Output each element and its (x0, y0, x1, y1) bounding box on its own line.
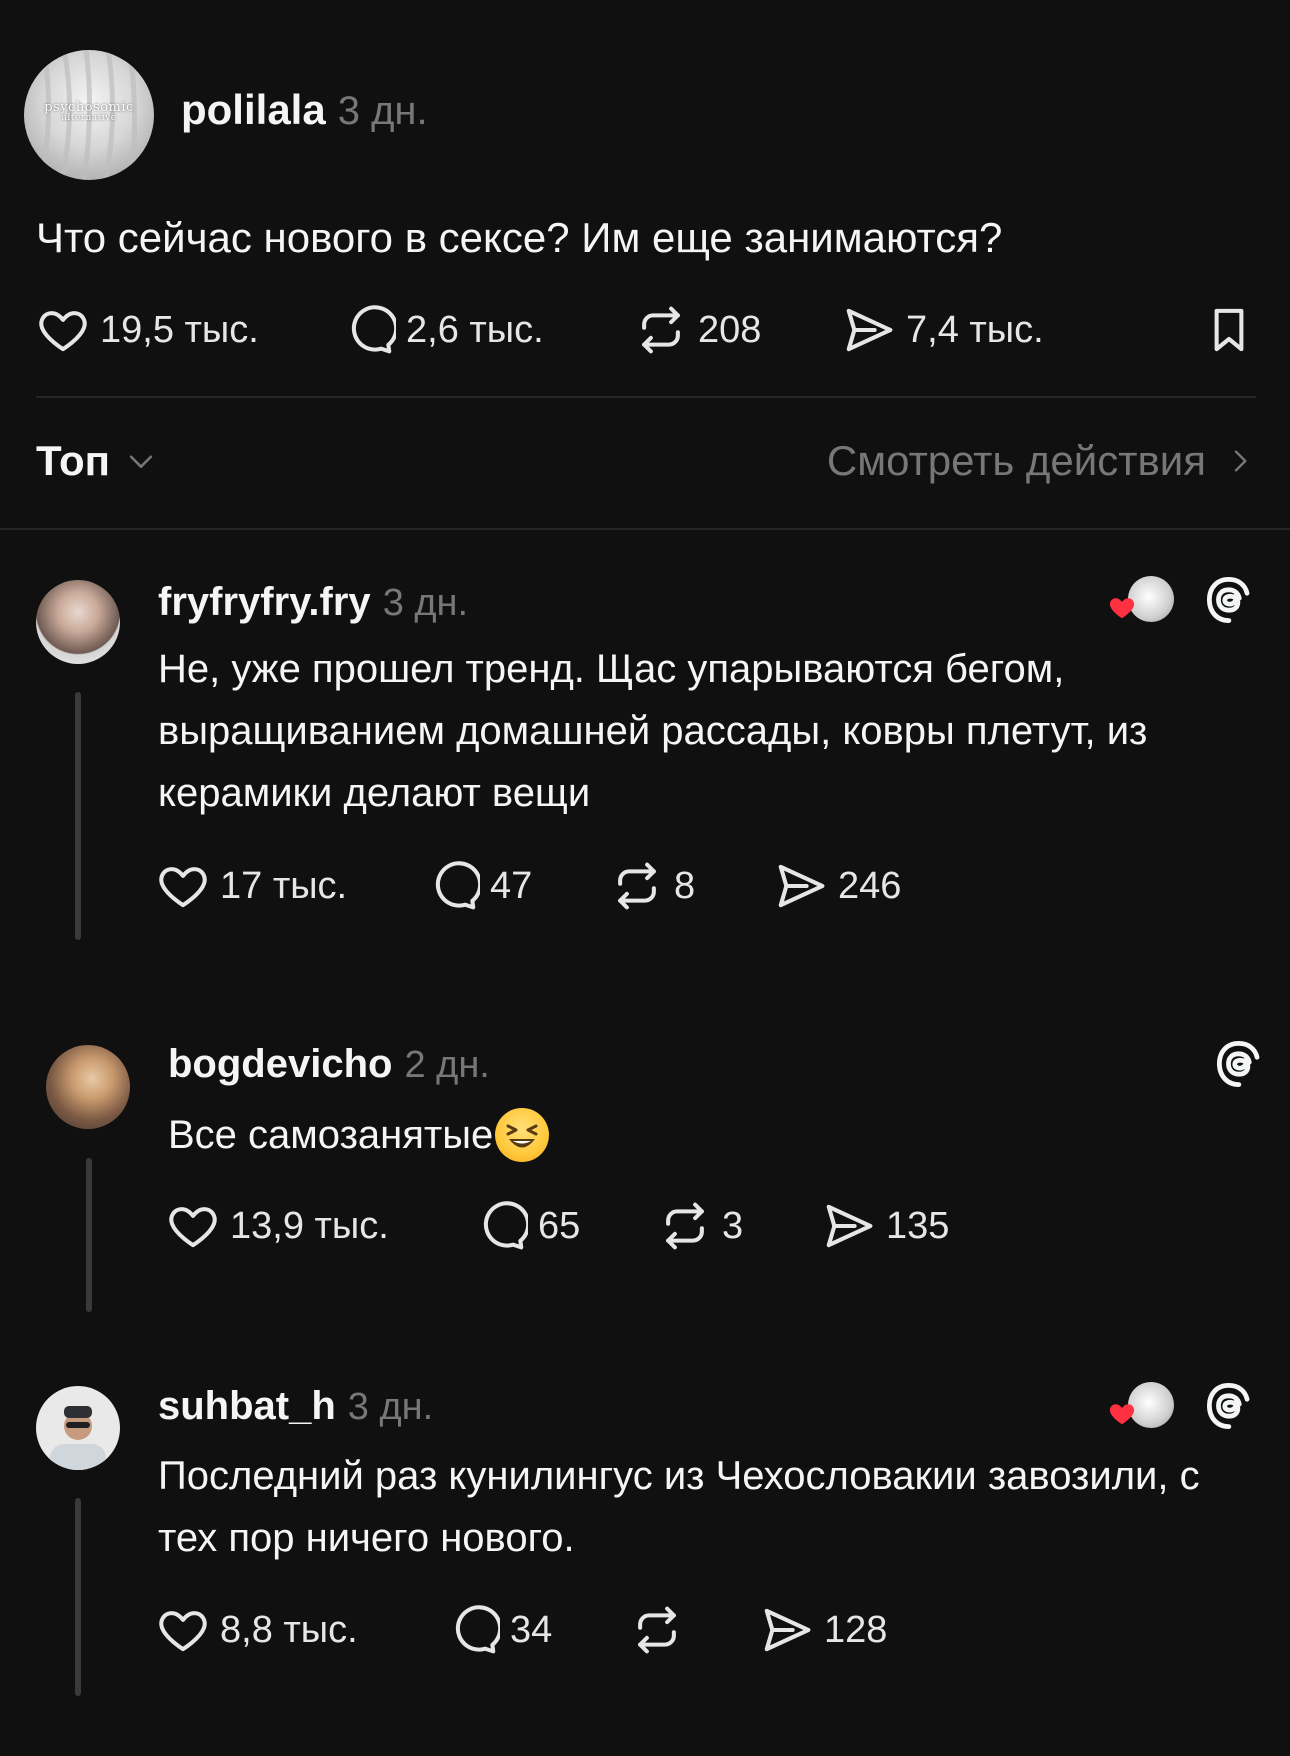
share-button[interactable]: 246 (774, 859, 901, 913)
share-count: 7,4 тыс. (906, 308, 1044, 351)
post-author-avatar[interactable]: psychosomic alternative (24, 50, 154, 180)
like-count: 17 тыс. (220, 864, 348, 907)
repost-button[interactable]: 8 (610, 859, 695, 913)
repost-button[interactable]: 3 (658, 1199, 743, 1253)
comment-button[interactable]: 47 (426, 859, 532, 913)
reply-text: Все самозанятые (168, 1113, 494, 1157)
thread-line (86, 1158, 92, 1312)
reply-actions: 8,8 тыс. 34 128 (156, 1600, 1056, 1660)
view-activity-link[interactable]: Смотреть действия (827, 437, 1256, 485)
threads-logo-icon[interactable] (1202, 1380, 1254, 1432)
like-button[interactable]: 19,5 тыс. (36, 303, 259, 357)
comment-icon (474, 1199, 528, 1253)
share-button[interactable]: 128 (760, 1603, 887, 1657)
repost-icon (630, 1603, 684, 1657)
share-icon (774, 859, 828, 913)
comment-icon (342, 303, 396, 357)
section-divider (0, 528, 1290, 530)
like-button[interactable]: 8,8 тыс. (156, 1603, 358, 1657)
share-icon (760, 1603, 814, 1657)
thread-line (75, 1498, 81, 1696)
share-count: 246 (838, 864, 902, 907)
comment-count: 65 (538, 1204, 581, 1247)
reply-avatar[interactable] (46, 1045, 130, 1129)
repost-count: 8 (674, 864, 696, 907)
sort-dropdown[interactable]: Топ (36, 437, 158, 485)
repost-button[interactable]: 208 (634, 303, 761, 357)
comment-count: 2,6 тыс. (406, 308, 544, 351)
repost-icon (658, 1199, 712, 1253)
reply-text-row: Все самозанятые (168, 1104, 1248, 1166)
repost-count: 208 (698, 308, 762, 351)
post-username[interactable]: polilala (181, 86, 326, 134)
heart-icon (166, 1199, 220, 1253)
share-count: 135 (886, 1204, 950, 1247)
reply-actions: 13,9 тыс. 65 3 135 (166, 1196, 1066, 1256)
reply-username[interactable]: bogdevicho (168, 1042, 392, 1087)
heart-icon (156, 859, 210, 913)
heart-icon (36, 303, 90, 357)
comment-count: 34 (510, 1608, 553, 1651)
comment-button[interactable]: 65 (474, 1199, 580, 1253)
like-count: 19,5 тыс. (100, 308, 259, 351)
post-text: Что сейчас нового в сексе? Им еще занима… (36, 214, 1003, 261)
post-actions: 19,5 тыс. 2,6 тыс. 208 7,4 тыс. (36, 300, 1256, 360)
threads-logo-icon[interactable] (1212, 1038, 1264, 1090)
bookmark-button[interactable] (1202, 303, 1256, 357)
reply-text: Не, уже прошел тренд. Щас упарываются бе… (158, 647, 1148, 815)
reply-time: 2 дн. (404, 1044, 490, 1086)
share-button[interactable]: 135 (822, 1199, 949, 1253)
comment-button[interactable]: 2,6 тыс. (342, 303, 544, 357)
bookmark-icon (1214, 308, 1244, 352)
heart-filled-icon (1109, 1404, 1135, 1425)
heart-filled-icon (1109, 598, 1135, 619)
like-button[interactable]: 17 тыс. (156, 859, 347, 913)
repost-icon (610, 859, 664, 913)
author-liked-indicator (1106, 574, 1178, 626)
laughing-emoji-icon (495, 1108, 550, 1162)
sort-label: Топ (36, 437, 111, 484)
reply-time: 3 дн. (382, 582, 469, 624)
threads-logo-icon[interactable] (1202, 574, 1254, 626)
post-time: 3 дн. (337, 89, 428, 133)
reply-avatar[interactable] (36, 580, 120, 664)
comment-button[interactable]: 34 (446, 1603, 552, 1657)
reply-text: Последний раз кунилингус из Чехословакии… (158, 1454, 1200, 1560)
post-divider (36, 396, 1256, 398)
reply-username[interactable]: suhbat_h (158, 1384, 336, 1429)
like-count: 13,9 тыс. (230, 1204, 389, 1247)
share-icon (822, 1199, 876, 1253)
heart-icon (156, 1603, 210, 1657)
comment-icon (446, 1603, 500, 1657)
reply-author: fryfryfry.fry 3 дн. (158, 580, 468, 625)
reply-author: bogdevicho 2 дн. (168, 1042, 490, 1087)
share-button[interactable]: 7,4 тыс. (842, 303, 1044, 357)
thread-line (75, 692, 81, 940)
post-author: polilala 3 дн. (181, 86, 428, 134)
person-photo (50, 1406, 106, 1470)
like-button[interactable]: 13,9 тыс. (166, 1199, 389, 1253)
reply-author: suhbat_h 3 дн. (158, 1384, 433, 1429)
avatar-caption: psychosomic alternative (44, 100, 134, 123)
reply-avatar[interactable] (36, 1386, 120, 1470)
view-activity-label: Смотреть действия (826, 437, 1206, 484)
share-count: 128 (824, 1608, 888, 1651)
like-count: 8,8 тыс. (220, 1608, 358, 1651)
repost-count: 3 (722, 1204, 744, 1247)
repost-icon (634, 303, 688, 357)
reply-actions: 17 тыс. 47 8 246 (156, 856, 1056, 916)
chevron-down-icon (129, 455, 153, 468)
author-liked-indicator (1106, 1380, 1178, 1432)
comment-count: 47 (490, 864, 533, 907)
repost-button[interactable] (630, 1603, 694, 1657)
share-icon (842, 303, 896, 357)
chevron-right-icon (1234, 450, 1247, 472)
reply-time: 3 дн. (347, 1386, 434, 1428)
reply-username[interactable]: fryfryfry.fry (158, 580, 371, 625)
comment-icon (426, 859, 480, 913)
